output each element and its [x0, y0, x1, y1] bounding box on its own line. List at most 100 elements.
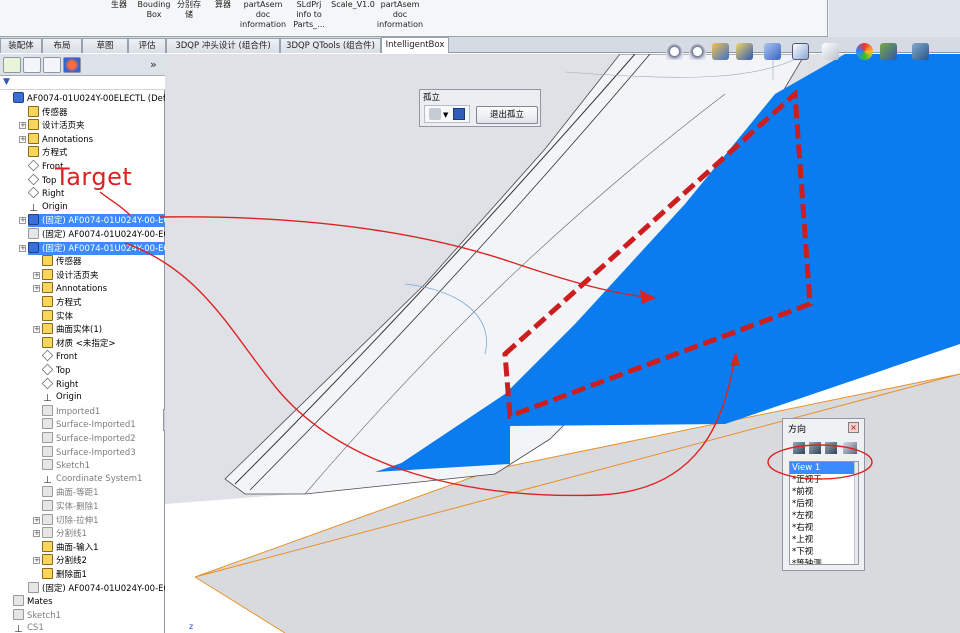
tree-node[interactable]: Top — [27, 173, 56, 187]
tree-node[interactable]: + 分割线1 — [33, 527, 87, 540]
tree-node[interactable]: 实体-删除1 — [42, 500, 98, 513]
tab-evaluate[interactable]: 评估 — [128, 38, 166, 53]
previous-view-icon[interactable] — [712, 43, 729, 60]
tree-node[interactable]: (固定) AF0074-01U024Y-00-E03<1 — [28, 581, 187, 595]
apply-scene-icon[interactable] — [880, 43, 897, 60]
property-manager-tab-icon[interactable] — [23, 57, 41, 73]
orientation-list[interactable]: View 1 *正视于 *前视 *后视 *左视 *右视 *上视 *下视 *等轴测 — [789, 461, 859, 565]
pin-view-icon[interactable] — [793, 442, 805, 454]
tree-node[interactable]: + Annotations — [19, 132, 93, 146]
tab-assembly[interactable]: 装配体 — [0, 38, 42, 53]
reset-views-icon[interactable] — [843, 442, 857, 454]
chevron-down-icon[interactable]: ▼ — [443, 111, 448, 119]
view-orientation-icon[interactable] — [764, 43, 781, 60]
hide-show-items-icon[interactable] — [822, 43, 839, 60]
expand-toggle-icon[interactable]: + — [19, 217, 26, 225]
tree-node[interactable]: 曲面-等距1 — [42, 486, 98, 499]
tree-node[interactable]: AF0074-01U024Y-00ELECTL (Default — [13, 92, 182, 105]
tree-node[interactable]: + 设计活页夹 — [19, 119, 85, 132]
expand-toggle-icon[interactable]: + — [33, 557, 40, 565]
tab-sketch[interactable]: 草图 — [82, 38, 128, 53]
orientation-list-item[interactable]: *后视 — [790, 498, 858, 510]
tree-node[interactable]: ⊥ Origin — [42, 391, 82, 404]
section-view-icon[interactable] — [736, 43, 753, 60]
edit-appearance-icon[interactable] — [856, 43, 873, 60]
tree-node[interactable]: 实体 — [42, 309, 73, 323]
tree-node[interactable]: + (固定) AF0074-01U024Y-00-E01<1 — [19, 214, 187, 228]
part-asem-doc-info-button[interactable]: partAsem doc information — [238, 0, 288, 30]
tree-node[interactable]: Surface-Imported1 — [42, 418, 136, 431]
expand-toggle-icon[interactable]: + — [33, 271, 40, 279]
expand-toggle-icon[interactable]: + — [33, 326, 40, 334]
tree-node[interactable]: + (固定) AF0074-01U024Y-00-E02<1 — [19, 241, 187, 255]
calculator-button[interactable]: 算器 — [208, 0, 238, 10]
view-settings-icon[interactable] — [912, 43, 929, 60]
tree-node[interactable]: + 分割线2 — [33, 554, 87, 567]
update-view-icon[interactable] — [825, 442, 837, 454]
orientation-list-item[interactable]: *下视 — [790, 546, 858, 558]
tree-node[interactable]: 传感器 — [28, 105, 68, 119]
tree-node[interactable]: 删除面1 — [42, 568, 87, 581]
zoom-to-area-icon[interactable] — [689, 43, 706, 60]
tree-node[interactable]: (固定) AF0074-01U024Y-00-E01<1 — [28, 228, 187, 241]
tree-node[interactable]: ⊥ Coordinate System1 — [42, 473, 142, 486]
display-manager-tab-icon[interactable] — [63, 57, 81, 73]
tree-node[interactable]: 材质 <未指定> — [42, 336, 115, 350]
tree-node[interactable]: ⊥ CS1 — [13, 622, 44, 633]
bounding-box-button[interactable]: Bouding Box — [135, 0, 173, 20]
expand-toggle-icon[interactable]: + — [19, 135, 26, 143]
orientation-list-item[interactable]: *上视 — [790, 534, 858, 546]
tree-node[interactable]: + Annotations — [33, 282, 107, 295]
save-icon[interactable] — [453, 108, 465, 120]
orientation-list-item[interactable]: *正视于 — [790, 474, 858, 486]
tree-node[interactable]: + 设计活页夹 — [33, 268, 99, 282]
tree-node[interactable]: Imported1 — [42, 404, 100, 418]
orientation-list-item[interactable]: *左视 — [790, 510, 858, 522]
tree-node[interactable]: Top — [41, 363, 70, 377]
orientation-list-item[interactable]: *前视 — [790, 486, 858, 498]
feature-manager-tab-icon[interactable] — [3, 57, 21, 73]
close-icon[interactable]: × — [848, 422, 859, 433]
zoom-to-fit-icon[interactable] — [666, 43, 683, 60]
funnel-icon[interactable]: ▼ — [3, 77, 10, 87]
tree-node-label: Front — [56, 352, 78, 363]
sldprj-info-button[interactable]: SLdPrj info to Parts_... — [288, 0, 330, 30]
display-style-icon[interactable] — [792, 43, 809, 60]
tree-node[interactable]: 方程式 — [42, 296, 82, 309]
exit-isolate-button[interactable]: 退出孤立 — [476, 106, 538, 124]
expand-toggle-icon[interactable]: + — [33, 516, 40, 524]
expand-toggle-icon[interactable]: + — [33, 530, 40, 538]
tab-layout[interactable]: 布局 — [42, 38, 82, 53]
tree-node[interactable]: Right — [41, 377, 78, 391]
collapse-panel-button[interactable]: » — [150, 58, 157, 71]
orientation-list-item[interactable]: *右视 — [790, 522, 858, 534]
expand-toggle-icon[interactable]: + — [19, 122, 26, 130]
expand-toggle-icon[interactable]: + — [19, 244, 26, 252]
save-separately-button[interactable]: 分别存 储 — [173, 0, 205, 20]
tree-node[interactable]: 曲面-输入1 — [42, 540, 98, 554]
tab-3dqp-qtools[interactable]: 3DQP QTools (组合件) — [280, 38, 381, 53]
scale-button[interactable]: Scale_V1.0 — [330, 0, 376, 10]
tree-node[interactable]: + 切除-拉伸1 — [33, 513, 98, 527]
tree-node[interactable]: Surface-Imported3 — [42, 445, 136, 459]
orientation-scrollbar[interactable] — [854, 462, 858, 564]
configuration-manager-tab-icon[interactable] — [43, 57, 61, 73]
tab-3dqp-punch-design[interactable]: 3DQP 冲头设计 (组合件) — [166, 38, 280, 53]
tree-node[interactable]: 方程式 — [28, 146, 68, 159]
tree-node[interactable]: Surface-Imported2 — [42, 432, 136, 445]
tree-node[interactable]: Mates — [13, 595, 53, 608]
new-view-icon[interactable] — [809, 442, 821, 454]
part-asem-doc-info-button-2[interactable]: partAsem doc information — [375, 0, 425, 30]
tree-node[interactable]: Sketch1 — [13, 608, 61, 622]
visibility-icon[interactable] — [429, 108, 441, 120]
ribbon-button-1[interactable]: 生器 — [104, 0, 134, 10]
tree-node[interactable]: Front — [41, 350, 78, 363]
orientation-list-item[interactable]: *等轴测 — [790, 558, 858, 564]
tree-node[interactable]: Sketch1 — [42, 459, 90, 472]
tree-node[interactable]: ⊥ Origin — [28, 201, 68, 214]
tree-node[interactable]: 传感器 — [42, 255, 82, 268]
tab-intelligentbox[interactable]: IntelligentBox — [381, 37, 449, 53]
expand-toggle-icon[interactable]: + — [33, 285, 40, 293]
orientation-list-item[interactable]: View 1 — [790, 462, 858, 474]
tree-node[interactable]: + 曲面实体(1) — [33, 323, 102, 336]
